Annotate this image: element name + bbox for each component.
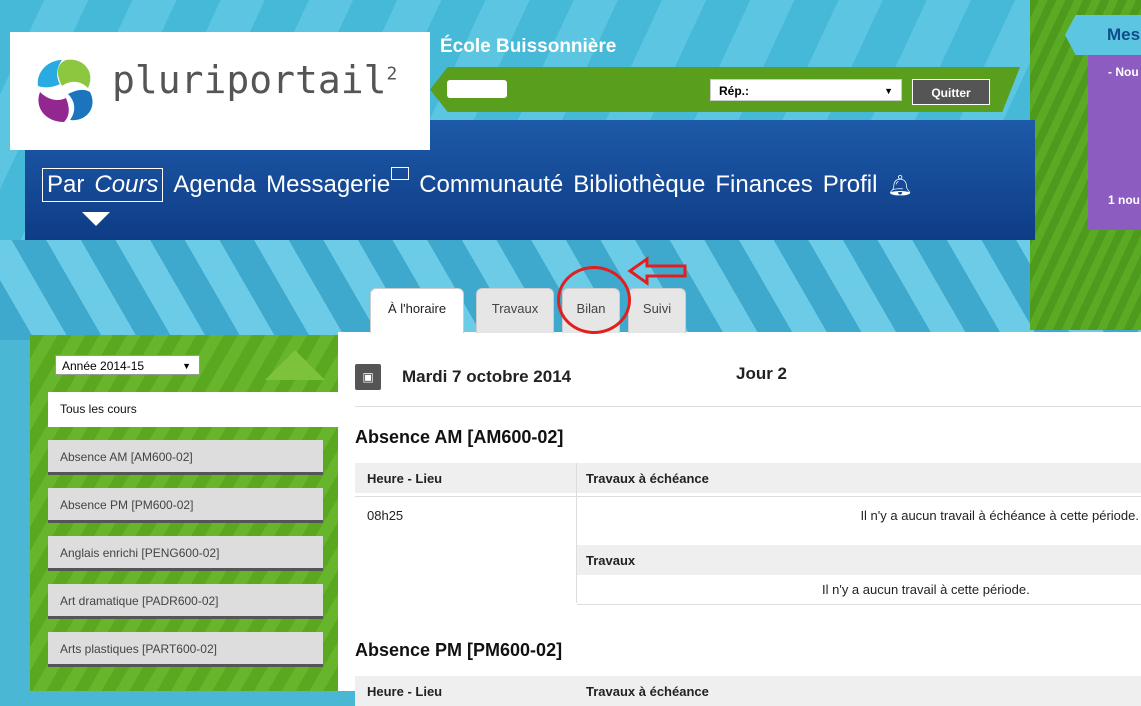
calendar-icon[interactable]: ▣ (355, 364, 381, 390)
nav-profil[interactable]: Profil (823, 171, 878, 199)
divider (355, 406, 1141, 407)
nav-communaute[interactable]: Communauté (419, 171, 563, 199)
mail-icon (391, 166, 410, 180)
column-header: Heure - Lieu (367, 684, 443, 699)
user-name-redacted (447, 80, 507, 98)
bell-icon[interactable]: 🔔︎ (887, 173, 912, 198)
nav-agenda[interactable]: Agenda (173, 171, 256, 199)
divider (577, 604, 1141, 605)
nav-messagerie[interactable]: Messagerie (266, 171, 390, 199)
nav-bibliotheque[interactable]: Bibliothèque (573, 171, 705, 199)
divider (355, 496, 1141, 497)
nav-parcours[interactable]: Par Cours (42, 168, 164, 202)
logo-text: pluriportail2 (112, 58, 398, 102)
messages-panel-count: 1 nou (1108, 193, 1140, 207)
sidebar-item-all-courses[interactable]: Tous les cours (48, 392, 338, 427)
active-nav-pointer (82, 212, 110, 226)
pluriportail-logo-icon (37, 59, 93, 122)
tab-travaux[interactable]: Travaux (476, 288, 554, 333)
table-header (355, 676, 1141, 706)
main-nav: Par Cours Agenda Messagerie Communauté Bi… (42, 166, 923, 202)
chevron-down-icon: ▼ (884, 86, 893, 96)
course-title: Absence AM [AM600-02] (355, 427, 564, 447)
no-due-work-message: Il n'y a aucun travail à échéance à cett… (860, 508, 1139, 523)
annotation-circle (557, 266, 631, 334)
tab-suivi[interactable]: Suivi (628, 288, 686, 333)
nav-finances[interactable]: Finances (715, 171, 812, 199)
day-cycle: Jour 2 (736, 364, 788, 383)
quit-button[interactable]: Quitter (912, 79, 990, 105)
column-header: Heure - Lieu (367, 471, 443, 486)
course-title: Absence PM [PM600-02] (355, 640, 563, 660)
sidebar-item-course[interactable]: Absence PM [PM600-02] (48, 488, 323, 523)
sidebar-item-course[interactable]: Art dramatique [PADR600-02] (48, 584, 323, 619)
column-header: Travaux à échéance (586, 684, 709, 699)
annotation-arrow-icon (627, 256, 687, 286)
table-header (355, 463, 1141, 493)
tab-horaire[interactable]: À l'horaire (370, 288, 464, 333)
travaux-header (577, 545, 1141, 575)
rep-select[interactable]: Rép.: ▼ (710, 79, 902, 101)
column-divider (576, 463, 577, 603)
sidebar-item-course[interactable]: Anglais enrichi [PENG600-02] (48, 536, 323, 571)
messages-panel-title: Mes (1065, 15, 1141, 55)
school-name: École Buissonnière (440, 36, 617, 57)
messages-panel-line: - Nou (1108, 65, 1139, 79)
year-select[interactable]: Année 2014-15 ▼ (55, 355, 200, 375)
chevron-down-icon: ▼ (182, 361, 191, 371)
sidebar-item-course[interactable]: Absence AM [AM600-02] (48, 440, 323, 475)
travaux-label: Travaux (586, 553, 636, 568)
current-date: Mardi 7 octobre 2014 (402, 367, 572, 386)
column-header: Travaux à échéance (586, 471, 709, 486)
no-work-message: Il n'y a aucun travail à cette période. (822, 582, 1030, 597)
sidebar-item-course[interactable]: Arts plastiques [PART600-02] (48, 632, 323, 667)
class-time: 08h25 (367, 508, 404, 523)
